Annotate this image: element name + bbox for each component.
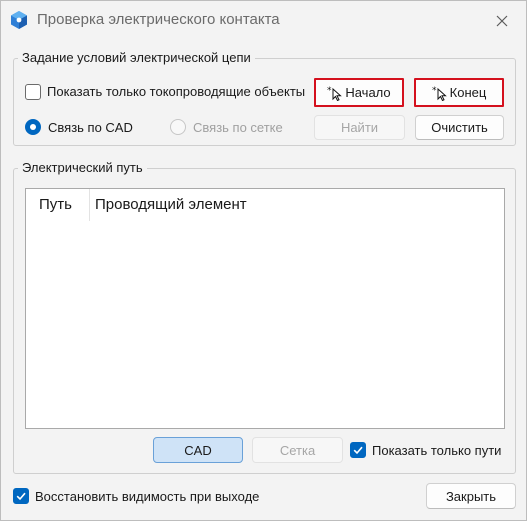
column-header-conductive-element[interactable]: Проводящий элемент [82,189,502,221]
restore-visibility-label[interactable]: Восстановить видимость при выходе [35,489,259,504]
end-button-label: Конец [449,85,487,100]
title-bar: Проверка электрического контакта [1,1,526,41]
cad-view-button[interactable]: CAD [153,437,243,463]
app-logo-icon [10,10,28,30]
close-dialog-button[interactable]: Закрыть [426,483,516,509]
pick-cursor-icon: * [432,85,448,101]
path-group-title: Электрический путь [18,160,147,175]
radio-cad-label[interactable]: Связь по CAD [48,120,133,135]
checkmark-icon [353,446,363,455]
dialog-window: Проверка электрического контакта Задание… [0,0,527,521]
checkmark-icon [16,492,26,501]
restore-visibility-checkbox[interactable] [13,488,29,504]
show-conductive-checkbox[interactable] [25,84,41,100]
radio-cad-connection[interactable] [25,119,41,135]
start-button-label: Начало [345,85,391,100]
radio-mesh-connection[interactable] [170,119,186,135]
end-button[interactable]: * Конец [414,78,504,107]
path-list-header: Путь Проводящий элемент [26,189,504,221]
column-header-path[interactable]: Путь [26,189,89,221]
show-path-only-label[interactable]: Показать только пути [372,443,501,458]
find-button[interactable]: Найти [314,115,405,140]
svg-text:*: * [432,86,437,96]
svg-text:*: * [327,86,332,96]
show-conductive-label[interactable]: Показать только токопроводящие объекты [47,84,305,99]
pick-cursor-icon: * [327,85,343,101]
window-title: Проверка электрического контакта [37,11,280,28]
clear-button[interactable]: Очистить [415,115,504,140]
close-icon [496,15,508,27]
conditions-group-title: Задание условий электрической цепи [18,50,255,65]
start-button[interactable]: * Начало [314,78,404,107]
mesh-view-button[interactable]: Сетка [252,437,343,463]
show-path-only-checkbox[interactable] [350,442,366,458]
close-window-button[interactable] [490,9,514,33]
path-list[interactable]: Путь Проводящий элемент [25,188,505,429]
radio-mesh-label[interactable]: Связь по сетке [193,120,283,135]
